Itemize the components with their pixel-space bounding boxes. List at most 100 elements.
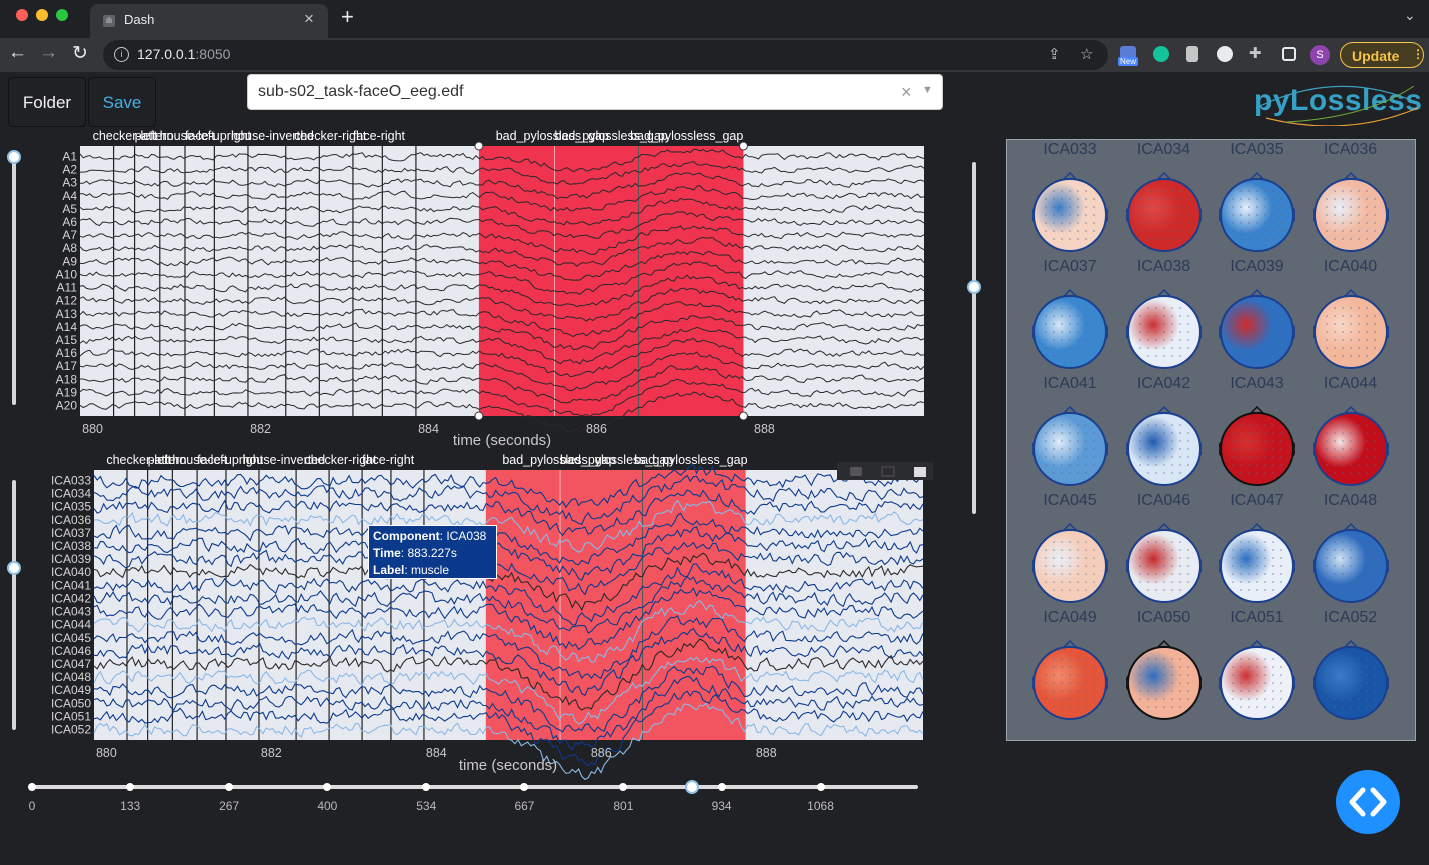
time-slider-mark[interactable] [816,783,825,791]
plotly-logo-icon[interactable] [914,467,926,477]
channel-label: ICA042 [51,591,91,605]
region-resize-handle[interactable] [474,141,484,151]
extensions-puzzle-icon[interactable]: ✚ [1249,44,1262,62]
region-resize-handle[interactable] [474,411,484,421]
browser-tab-bar: ılı Dash × + ⌄ [0,0,1429,38]
annotation-label: face-right [353,129,406,143]
topo-scroll-slider[interactable] [967,162,981,514]
topomap-label: ICA045 [1043,492,1097,509]
bookmark-star-icon[interactable]: ☆ [1080,45,1093,63]
channel-label: ICA048 [51,670,91,684]
region-resize-handle[interactable] [738,141,748,151]
topomap-ica052[interactable] [1312,639,1389,723]
clear-icon[interactable]: × [901,82,912,103]
topomap-ica041[interactable] [1032,405,1108,489]
region-resize-handle[interactable] [738,411,748,421]
x-tick-label: 886 [591,746,612,760]
time-slider-mark-label: 1068 [807,799,834,813]
topo-scroll-slider-handle[interactable] [967,280,981,294]
topomap-label: ICA052 [1323,609,1378,626]
time-slider-mark[interactable] [619,783,628,791]
x-tick-label: 886 [586,422,607,436]
channel-label: ICA040 [51,565,91,579]
time-slider-mark-label: 534 [416,799,437,813]
browser-toolbar: ← → ↻ i 127.0.0.1:8050 ⇪ ☆ New ✚ S Updat… [0,38,1429,72]
topomap-ica033[interactable] [1032,171,1108,255]
eeg-channel-slider-handle[interactable] [7,150,21,164]
topomap-ica044[interactable] [1312,405,1389,489]
channel-label: ICA046 [51,644,91,658]
docs-icon[interactable] [1186,46,1198,62]
topomap-ica047[interactable] [1219,522,1295,606]
reload-icon[interactable]: ↻ [72,42,88,65]
time-slider-mark-label: 934 [711,799,732,813]
topomap-ica035[interactable] [1219,171,1295,255]
extension-new-icon[interactable]: New [1118,46,1139,66]
minimize-window-button[interactable] [36,9,48,21]
topomap-ica048[interactable] [1312,522,1389,606]
topomap-ica042[interactable] [1125,405,1202,489]
bad-segment-region[interactable] [485,470,746,740]
folder-button[interactable]: Folder [8,77,86,127]
channel-label: A1 [62,149,77,163]
tab-search-chevron-icon[interactable]: ⌄ [1404,7,1416,24]
time-slider-mark[interactable] [717,783,726,791]
file-dropdown[interactable]: sub-s02_task-faceO_eeg.edf × ▼ [247,74,943,110]
topomap-ica045[interactable] [1032,522,1108,606]
browser-tab[interactable]: ılı Dash × [90,4,328,38]
ica-timeseries-plot[interactable]: checker-leftpatternhouse-leftface-uprigh… [30,452,940,782]
time-slider-mark[interactable] [126,783,135,791]
topomap-ica037[interactable] [1032,288,1108,372]
topomap-ica050[interactable] [1125,639,1202,723]
channel-label: A6 [62,215,77,229]
time-slider-mark[interactable] [422,783,431,791]
ghostery-icon[interactable] [1217,46,1233,62]
topomap-ica040[interactable] [1312,288,1389,372]
topomap-panel[interactable]: ICA033 ICA034 ICA035 ICA036 ICA037 ICA038 ICA0… [1006,139,1416,741]
topomap-ica043[interactable] [1219,405,1295,489]
time-slider-mark[interactable] [28,783,36,791]
topomap-ica039[interactable] [1219,288,1295,372]
camera-icon[interactable] [850,467,862,476]
code-toggle-button[interactable] [1336,770,1400,834]
channel-label: ICA041 [51,578,91,592]
topomap-label: ICA033 [1043,141,1097,158]
dropdown-caret-icon[interactable]: ▼ [922,84,933,96]
time-slider-mark[interactable] [520,783,529,791]
dash-favicon-icon: ılı [103,15,115,27]
time-slider-mark[interactable] [225,783,234,791]
x-tick-label: 880 [96,746,117,760]
side-panel-icon[interactable] [1282,47,1296,61]
x-tick-label: 882 [250,422,271,436]
topomap-ica036[interactable] [1312,171,1389,255]
channel-label: ICA044 [51,618,91,632]
eeg-channel-slider[interactable] [7,150,21,405]
new-tab-button[interactable]: + [341,4,354,30]
save-button[interactable]: Save [88,77,156,127]
close-window-button[interactable] [16,9,28,21]
ica-component-slider[interactable] [7,480,21,730]
ica-component-slider-handle[interactable] [7,561,21,575]
back-icon[interactable]: ← [8,42,27,64]
bad-segment-region[interactable] [478,146,744,416]
profile-avatar[interactable]: S [1310,45,1330,65]
share-icon[interactable]: ⇪ [1048,45,1061,63]
update-button[interactable]: Update ⋮ [1340,42,1424,68]
forward-icon[interactable]: → [39,42,58,64]
time-slider-mark[interactable] [323,783,332,791]
maximize-window-button[interactable] [56,9,68,21]
site-info-icon[interactable]: i [114,47,129,62]
address-bar[interactable]: i 127.0.0.1:8050 ⇪ ☆ [103,40,1108,70]
topomap-ica034[interactable] [1125,171,1202,255]
topomap-ica049[interactable] [1032,639,1108,723]
topomap-ica046[interactable] [1125,522,1202,606]
time-slider-mark-label: 400 [317,799,338,813]
tab-close-icon[interactable]: × [304,9,314,29]
grammarly-icon[interactable] [1153,46,1169,62]
topomap-ica038[interactable] [1125,288,1202,372]
time-slider-handle[interactable] [685,780,700,794]
eeg-timeseries-plot[interactable]: checker-leftpatternhouse-leftface-uprigh… [30,125,940,455]
topomap-label: ICA050 [1136,609,1191,626]
topomap-ica051[interactable] [1219,639,1295,723]
time-slider[interactable]: 0 133 267 400 534 667 801 934 1068 [28,780,918,813]
